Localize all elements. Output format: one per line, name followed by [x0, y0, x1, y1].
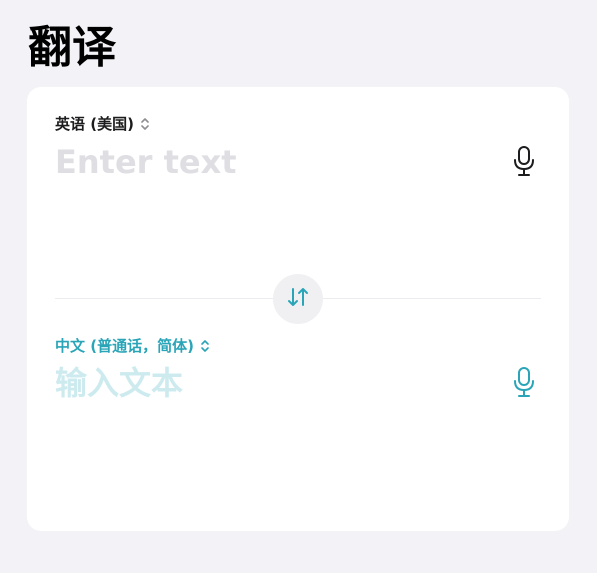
target-language-label: 中文 (普通话，简体) — [55, 337, 194, 355]
swap-arrows-icon — [286, 285, 310, 313]
target-mic-button[interactable] — [509, 366, 539, 402]
microphone-icon — [512, 145, 536, 181]
chevron-up-down-icon — [140, 117, 150, 131]
translation-card: 英语 (美国) 中文 (普通话，简 — [27, 87, 569, 531]
swap-languages-button[interactable] — [273, 274, 323, 324]
target-text-input[interactable] — [55, 361, 495, 405]
microphone-icon — [512, 366, 536, 402]
source-language-selector[interactable]: 英语 (美国) — [55, 113, 150, 134]
page-title: 翻译 — [28, 22, 116, 73]
source-mic-button[interactable] — [509, 145, 539, 181]
source-language-label: 英语 (美国) — [55, 115, 134, 133]
chevron-up-down-icon — [200, 339, 210, 353]
target-language-selector[interactable]: 中文 (普通话，简体) — [55, 335, 210, 356]
source-text-input[interactable] — [55, 140, 495, 184]
